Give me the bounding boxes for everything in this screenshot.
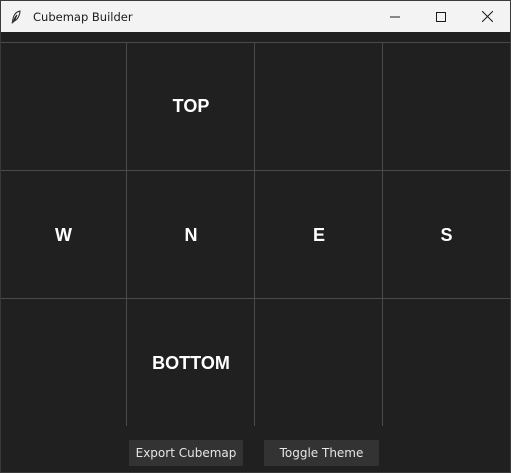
cell-empty[interactable]	[1, 42, 126, 170]
minimize-icon	[390, 16, 400, 17]
cell-south[interactable]: S	[383, 171, 510, 299]
toggle-theme-button[interactable]: Toggle Theme	[264, 440, 379, 466]
close-button[interactable]	[464, 1, 510, 32]
window-title: Cubemap Builder	[33, 9, 133, 24]
minimize-button[interactable]	[372, 1, 418, 32]
export-cubemap-button[interactable]: Export Cubemap	[129, 440, 243, 466]
feather-icon	[8, 9, 24, 25]
cell-east[interactable]: E	[255, 171, 383, 299]
cell-west[interactable]: W	[1, 171, 126, 299]
cell-empty[interactable]	[255, 42, 383, 170]
cubemap-grid: TOP W N E S BOTTOM	[1, 42, 510, 426]
cell-top[interactable]: TOP	[127, 42, 255, 170]
maximize-icon	[436, 11, 446, 22]
cell-bottom[interactable]: BOTTOM	[127, 299, 255, 427]
title-bar[interactable]: Cubemap Builder	[1, 1, 510, 32]
window-controls	[372, 1, 510, 32]
close-icon	[481, 11, 493, 22]
cell-empty[interactable]	[383, 299, 510, 427]
main-content: TOP W N E S BOTTOM Export Cubemap Toggle…	[1, 32, 510, 472]
cell-north[interactable]: N	[127, 171, 255, 299]
maximize-button[interactable]	[418, 1, 464, 32]
cell-empty[interactable]	[255, 299, 383, 427]
app-window: Cubemap Builder TOP W N E S BOTTOM Expor…	[0, 0, 511, 473]
cell-empty[interactable]	[1, 299, 126, 427]
cell-empty[interactable]	[383, 42, 510, 170]
